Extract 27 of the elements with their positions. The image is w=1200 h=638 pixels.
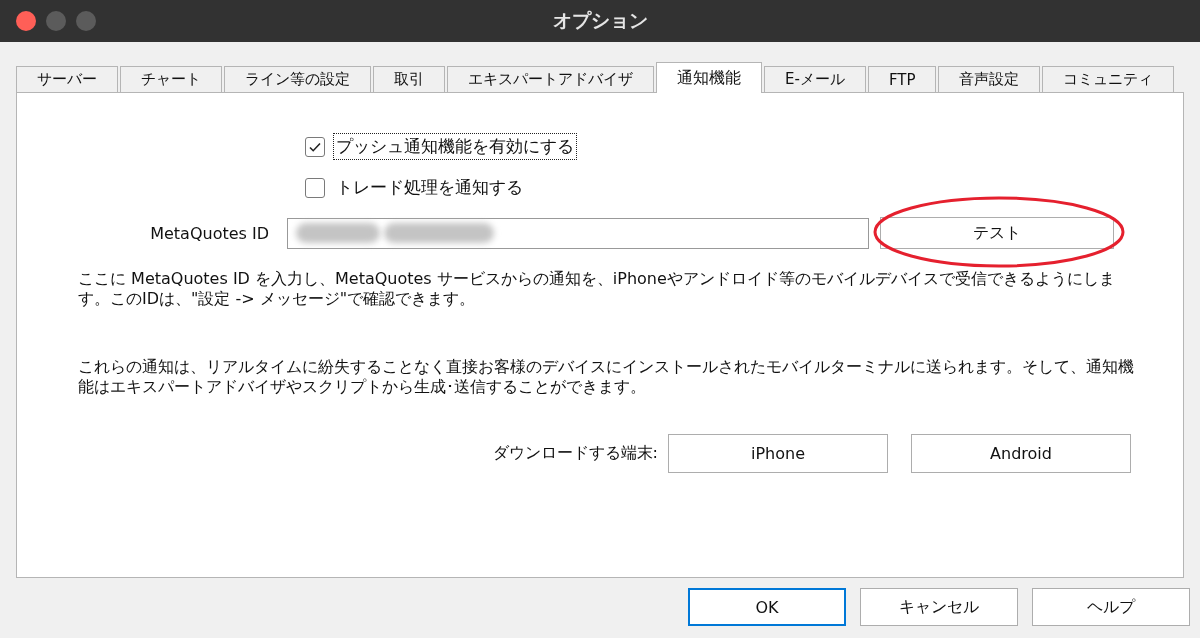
download-button[interactable]: Android xyxy=(911,434,1131,473)
window-title: オプション xyxy=(552,9,648,31)
download-label: ダウンロードする端末: xyxy=(491,443,659,464)
dialog-button[interactable]: キャンセル xyxy=(860,588,1018,626)
tab[interactable]: 通知機能 xyxy=(656,62,762,93)
checkbox-label: プッシュ通知機能を有効にする xyxy=(333,133,577,160)
dialog-button[interactable]: ヘルプ xyxy=(1032,588,1190,626)
download-button[interactable]: iPhone xyxy=(668,434,888,473)
tab[interactable]: E-メール xyxy=(764,66,866,92)
tab[interactable]: チャート xyxy=(120,66,222,92)
id-input-field[interactable] xyxy=(287,217,869,249)
field-label: MetaQuotes ID xyxy=(149,223,270,243)
tab[interactable]: コミュニティ xyxy=(1042,66,1175,92)
window-close-button[interactable] xyxy=(16,11,36,31)
tab[interactable]: 音声設定 xyxy=(938,66,1041,92)
description-text: ここに MetaQuotes ID を入力し、MetaQuotes サービスからの通知を、iPhoneやアンドロイド等のモバイルデバイスで受信できるようにします。このIDは、"設定 -> メッセージ"で確認できます。 xyxy=(78,269,1116,309)
checkbox-label: トレード処理を通知する xyxy=(335,176,524,199)
checkbox[interactable] xyxy=(305,177,325,198)
tab[interactable]: FTP xyxy=(867,66,937,92)
tab[interactable]: サーバー xyxy=(16,66,118,92)
description-text: これらの通知は、リアルタイムに紛失することなく直接お客様のデバイスにインストールされたモバイルターミナルに送られます。そして、通知機能はエキスパートアドバイザやスクリプトから生成･送信することができます。 xyxy=(78,357,1135,397)
tab[interactable]: 取引 xyxy=(373,66,445,92)
tab[interactable]: エキスパートアドバイザ xyxy=(447,66,654,92)
test-button[interactable]: テスト xyxy=(880,217,1114,249)
dialog-button[interactable]: OK xyxy=(688,588,846,626)
tab[interactable]: ライン等の設定 xyxy=(224,66,371,92)
checkbox[interactable] xyxy=(305,136,325,157)
